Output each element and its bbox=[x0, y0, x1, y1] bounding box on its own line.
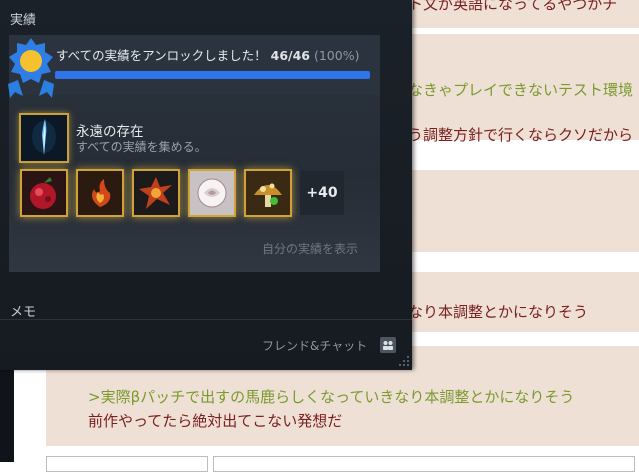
progress-fill bbox=[55, 71, 370, 79]
spotted-mushroom-icon[interactable] bbox=[244, 169, 292, 217]
white-rose-icon[interactable] bbox=[188, 169, 236, 217]
red-berry-icon[interactable] bbox=[20, 169, 68, 217]
quote-text: >実際βパッチで出すの馬鹿らしくなっていきなり本調整とかになりそう bbox=[88, 388, 575, 406]
show-my-achievements-link[interactable]: 自分の実績を表示 bbox=[262, 240, 358, 257]
unlock-count: 46/46 bbox=[270, 48, 310, 63]
blue-flame-icon[interactable] bbox=[19, 113, 69, 163]
post-text: 前作やってたら絶対出てこない発想だ bbox=[88, 412, 343, 430]
resize-grip-icon[interactable] bbox=[396, 352, 410, 366]
friends-chat-button[interactable]: フレンド&チャット bbox=[262, 337, 367, 354]
featured-achievement-title: 永遠の存在 bbox=[76, 124, 144, 140]
medal-icon bbox=[5, 38, 57, 110]
achievement-card: すべての実績をアンロックしました！ 46/46 (100%) 永遠の存在 すべて… bbox=[9, 35, 380, 272]
input-field[interactable] bbox=[213, 456, 635, 472]
unlock-message: すべての実績をアンロックしました！ 46/46 (100%) bbox=[56, 45, 359, 64]
unlock-percent: (100%) bbox=[313, 48, 360, 63]
memo-heading: メモ bbox=[10, 305, 37, 320]
featured-achievement-description: すべての実績を集める。 bbox=[76, 140, 207, 154]
post-text: う調整方針で行くならクソだから bbox=[408, 126, 634, 144]
steam-overlay-panel: 実績 すべての実績をアンロックしました！ 46/46 (100%) 永遠の存在 … bbox=[0, 0, 412, 370]
more-achievements-badge[interactable]: +40 bbox=[300, 171, 344, 215]
divider bbox=[0, 319, 412, 320]
friends-icon[interactable] bbox=[380, 337, 396, 353]
input-field[interactable] bbox=[46, 456, 208, 472]
quote-text: なきゃプレイできないテスト環境 bbox=[408, 81, 634, 99]
unlock-summary: すべての実績をアンロックしました！ 46/46 (100%) bbox=[9, 35, 380, 95]
achievements-heading: 実績 bbox=[10, 13, 37, 28]
post-text: なり本調整とかになりそう bbox=[408, 303, 589, 321]
progress-bar bbox=[55, 71, 370, 79]
post-text: ト文が英語になってるやつかチ bbox=[408, 0, 618, 13]
dark-edge bbox=[0, 370, 14, 462]
fire-sprite-icon[interactable] bbox=[76, 169, 124, 217]
explosion-icon[interactable] bbox=[132, 169, 180, 217]
unlock-message-text: すべての実績をアンロックしました！ bbox=[56, 48, 267, 63]
